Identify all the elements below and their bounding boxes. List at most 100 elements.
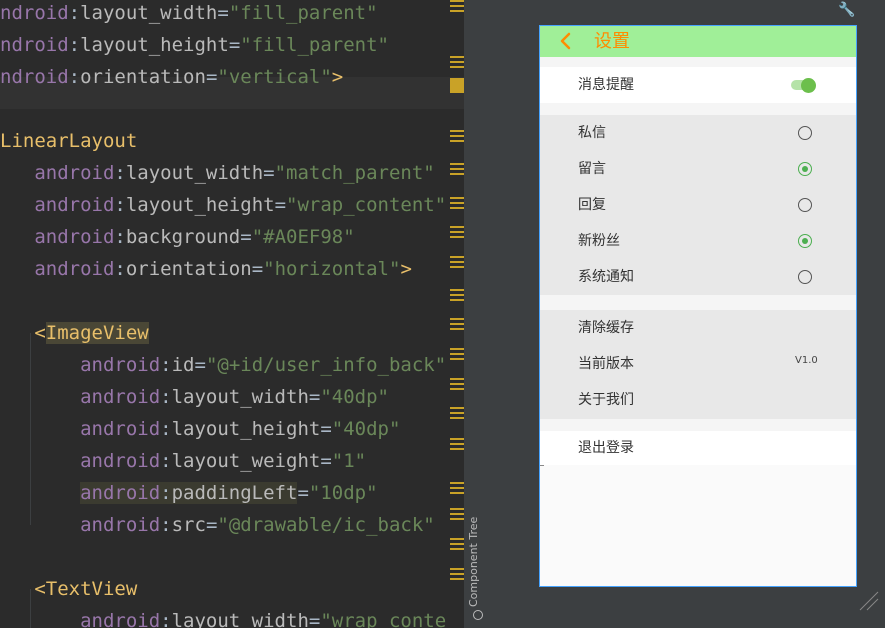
code-line[interactable]: android:layout_width="match_parent" xyxy=(0,157,435,189)
code-token: = xyxy=(297,482,309,504)
code-token: : xyxy=(68,2,81,24)
toolbar-title: 设置 xyxy=(594,31,630,52)
code-editor[interactable]: ndroid:layout_width="fill_parent" ndroid:… xyxy=(0,0,464,628)
gutter-marker xyxy=(450,348,464,350)
code-line[interactable]: ndroid:layout_height="fill_parent" xyxy=(0,29,389,61)
code-token: ImageView xyxy=(45,322,149,344)
option-radio-system-notice[interactable] xyxy=(798,270,812,284)
code-token: background xyxy=(125,226,241,248)
code-token: "wrap_conte xyxy=(320,610,447,628)
code-token: = xyxy=(217,2,229,24)
code-token: : xyxy=(114,194,126,216)
section-gap xyxy=(540,103,856,115)
option-radio-private-message[interactable] xyxy=(798,126,812,140)
code-token: "#A0EF98" xyxy=(251,226,355,248)
code-token: android xyxy=(80,482,161,504)
code-token: : xyxy=(160,514,172,536)
option-radio-comment[interactable] xyxy=(798,162,812,176)
code-token: = xyxy=(194,354,206,376)
code-token: android xyxy=(80,450,161,472)
option-label-new-follower: 新粉丝 xyxy=(578,233,620,249)
code-token: layout_width xyxy=(125,162,264,184)
back-arrow-icon[interactable] xyxy=(558,32,574,50)
gutter-marker xyxy=(450,163,464,165)
code-token: "1" xyxy=(331,450,367,472)
divider xyxy=(540,465,544,466)
about-us-item[interactable]: 关于我们 xyxy=(578,390,634,410)
code-line[interactable]: ndroid:layout_width="fill_parent" xyxy=(0,0,378,29)
code-token: "40dp" xyxy=(320,386,389,408)
code-token: id xyxy=(171,354,195,376)
code-token: "wrap_content" xyxy=(286,194,447,216)
code-token: "match_parent" xyxy=(274,162,435,184)
option-label-reply: 回复 xyxy=(578,197,606,213)
code-line[interactable]: LinearLayout xyxy=(0,125,137,157)
code-line[interactable]: <ImageView xyxy=(0,317,149,349)
code-token: layout_height xyxy=(125,194,275,216)
code-token: "@+id/user_info_back" xyxy=(205,354,447,376)
code-token: : xyxy=(160,482,172,504)
code-line[interactable]: android:id="@+id/user_info_back" xyxy=(0,349,446,381)
code-token: "@drawable/ic_back" xyxy=(217,514,435,536)
code-token: layout_width xyxy=(80,2,218,24)
code-token: = xyxy=(320,450,332,472)
phone-preview: 设置 消息提醒 私信 留言 回复 新粉丝 系统通知 清除缓存 当前版本 V1.0… xyxy=(539,25,857,587)
code-token: android xyxy=(80,354,161,376)
gutter-marker xyxy=(450,197,464,199)
code-line[interactable]: android:src="@drawable/ic_back" xyxy=(0,509,435,541)
option-radio-new-follower[interactable] xyxy=(798,234,812,248)
code-token: = xyxy=(263,162,275,184)
code-token: ndroid xyxy=(0,34,69,56)
gutter-marker xyxy=(450,289,464,291)
wrench-icon[interactable]: 🔧 xyxy=(838,2,855,18)
code-line[interactable]: android:layout_width="40dp" xyxy=(0,381,389,413)
gutter-marker xyxy=(450,318,464,320)
logout-item[interactable]: 退出登录 xyxy=(578,438,634,458)
app-toolbar: 设置 xyxy=(540,26,856,57)
code-line[interactable]: android:layout_weight="1" xyxy=(0,445,366,477)
gutter-marker xyxy=(450,538,464,540)
code-token: android xyxy=(80,514,161,536)
code-token: android xyxy=(80,610,161,628)
code-token: > xyxy=(400,258,412,280)
resize-handle-icon[interactable] xyxy=(858,590,880,612)
clear-cache-item[interactable]: 清除缓存 xyxy=(578,318,634,338)
code-token: LinearLayout xyxy=(0,130,138,152)
section-gap xyxy=(540,57,856,67)
code-line[interactable]: android:layout_width="wrap_conte xyxy=(0,605,446,628)
current-version-item[interactable]: 当前版本 xyxy=(578,354,634,374)
code-line[interactable]: android:orientation="horizontal"> xyxy=(0,253,412,285)
code-line[interactable]: android:layout_height="40dp" xyxy=(0,413,400,445)
code-line[interactable]: <TextView xyxy=(0,573,137,605)
code-line[interactable]: ndroid:orientation="vertical"> xyxy=(0,61,343,93)
code-token: : xyxy=(160,450,172,472)
gutter-marker xyxy=(450,482,464,484)
gutter-marker xyxy=(450,256,464,258)
gutter-marker xyxy=(450,407,464,409)
code-token: = xyxy=(320,418,332,440)
code-token: = xyxy=(308,610,321,628)
gutter-marker xyxy=(450,378,464,380)
component-tree-icon[interactable] xyxy=(473,610,483,620)
code-token: "fill_parent" xyxy=(228,2,378,24)
code-line[interactable]: android:background="#A0EF98" xyxy=(0,221,355,253)
code-line[interactable]: android:paddingLeft="10dp" xyxy=(0,477,378,509)
code-token: < xyxy=(34,578,46,600)
code-token: : xyxy=(160,354,172,376)
option-radio-reply[interactable] xyxy=(798,198,812,212)
notification-switch-thumb[interactable] xyxy=(801,78,816,93)
code-token: : xyxy=(68,34,81,56)
code-token: layout_weight xyxy=(171,450,321,472)
code-line[interactable]: android:layout_height="wrap_content" xyxy=(0,189,446,221)
code-token: layout_height xyxy=(171,418,321,440)
component-tree-label[interactable]: Component Tree xyxy=(467,517,480,607)
code-token: "10dp" xyxy=(308,482,378,504)
